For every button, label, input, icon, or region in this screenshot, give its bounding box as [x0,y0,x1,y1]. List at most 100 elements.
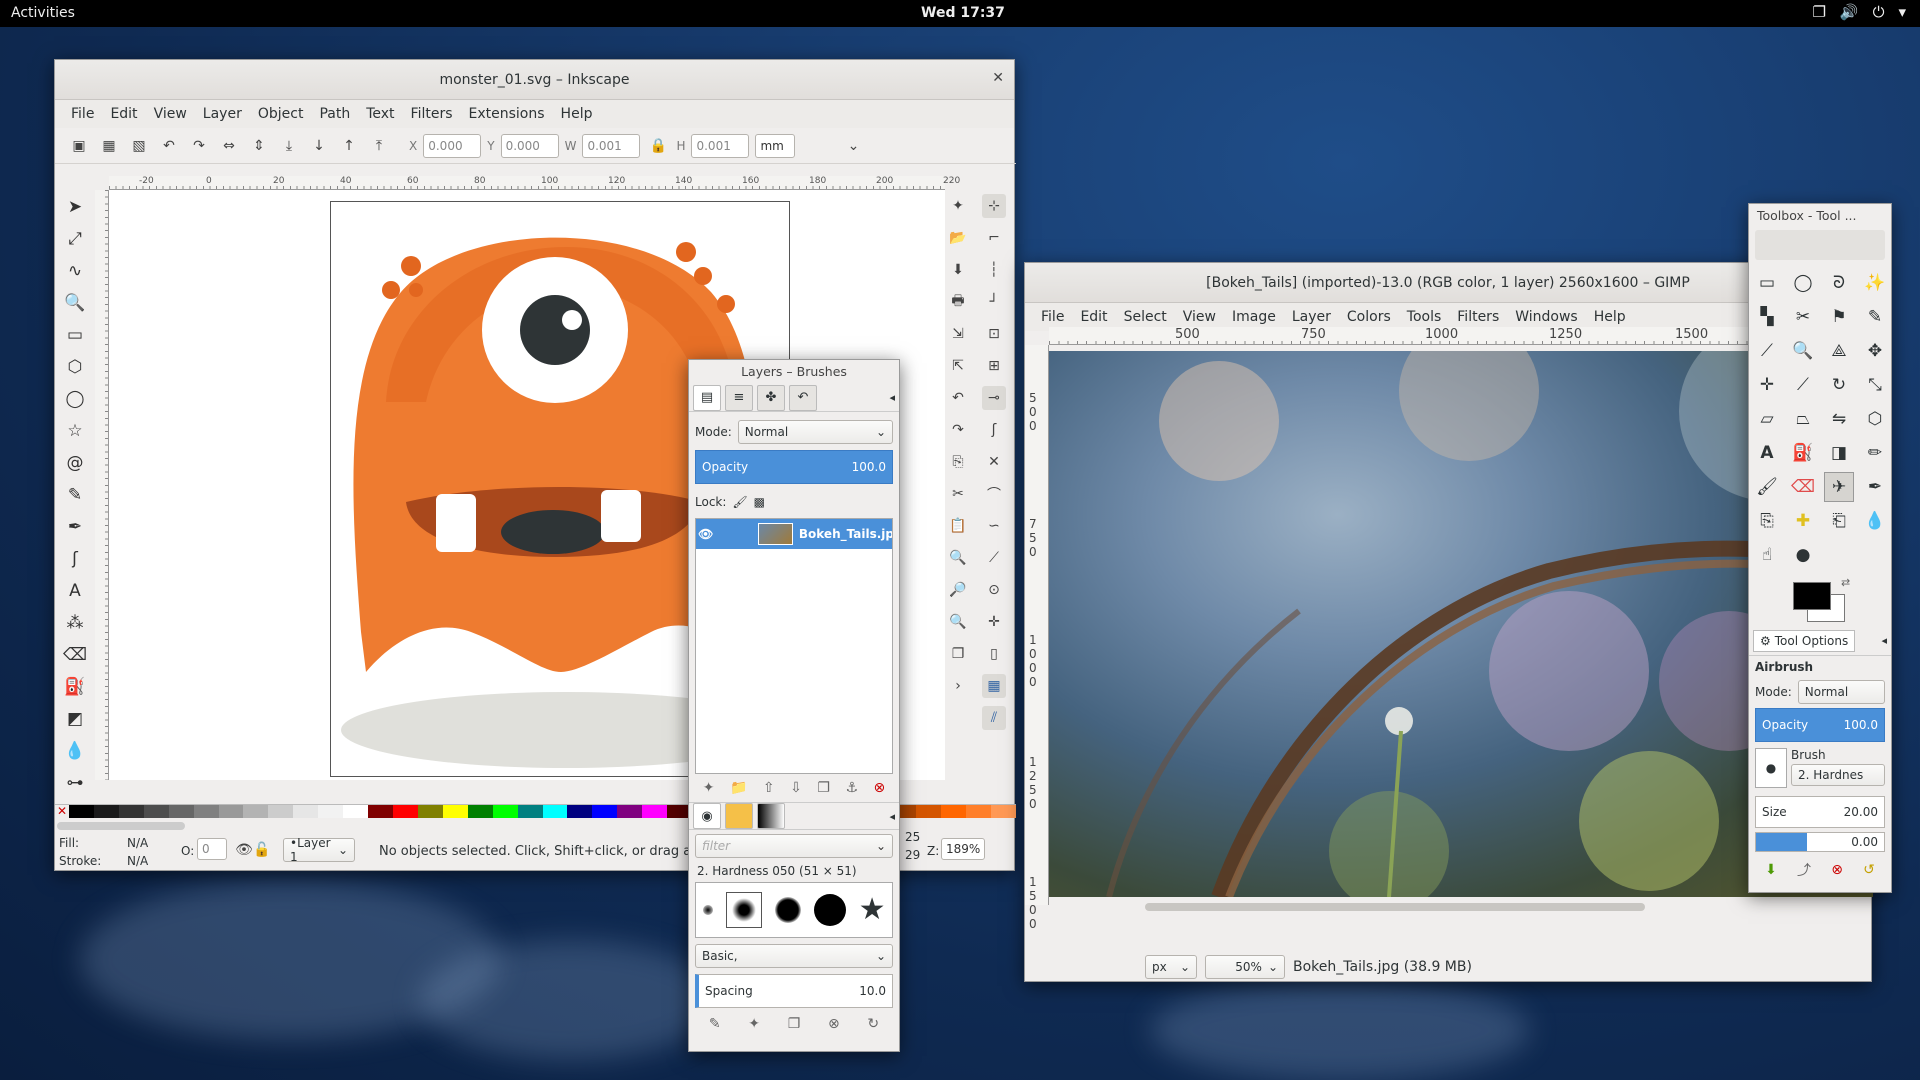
color-swatch[interactable] [592,805,618,818]
move-tool-icon[interactable]: ✥ [1868,341,1882,361]
gradients-tab-icon[interactable] [757,803,785,829]
no-paint-swatch[interactable]: ✕ [55,805,69,818]
color-swatch[interactable] [617,805,643,818]
swap-colors-icon[interactable]: ⇄ [1841,576,1850,589]
selector-tool-icon[interactable]: ➤ [62,194,88,220]
close-icon[interactable]: ✕ [992,70,1004,86]
zoom-tool-icon[interactable]: 🔍 [62,290,88,316]
dodge-burn-tool-icon[interactable]: ● [1796,545,1811,565]
open-icon[interactable]: 📂 [946,226,970,250]
save-icon[interactable]: ⬇ [946,258,970,282]
stroke-value[interactable]: N/A [127,854,148,868]
color-swatch[interactable] [941,805,967,818]
menu-view[interactable]: View [1175,309,1224,325]
spacing-slider[interactable]: Spacing 10.0 [695,974,893,1008]
aspect-slider[interactable]: 0.00 [1755,832,1885,852]
dock-menu-icon[interactable]: ◂ [889,391,895,404]
brush-select[interactable]: 2. Hardnes [1791,764,1885,786]
new-document-icon[interactable]: ✦ [946,194,970,218]
opacity-slider[interactable]: Opacity 100.0 [695,450,893,484]
activities-button[interactable]: Activities [11,5,75,21]
fuzzy-select-tool-icon[interactable]: ✨ [1864,273,1885,293]
rotate-ccw-icon[interactable]: ↶ [157,134,181,158]
lower-bottom-icon[interactable]: ⤓ [277,134,301,158]
menu-tools[interactable]: Tools [1399,309,1450,325]
color-swatch[interactable] [542,805,568,818]
delete-layer-icon[interactable]: ⊗ [874,780,886,796]
color-swatch[interactable] [193,805,219,818]
node-tool-icon[interactable]: ⤢ [62,226,88,252]
zoom-drawing-icon[interactable]: 🔎 [946,578,970,602]
brushes-tab-icon[interactable]: ◉ [693,803,721,829]
y-input[interactable]: 0.000 [500,133,559,158]
rectangle-tool-icon[interactable]: ▭ [62,322,88,348]
cut-icon[interactable]: ✂ [946,482,970,506]
dropper-tool-icon[interactable]: 💧 [62,738,88,764]
menu-edit[interactable]: Edit [1072,309,1115,325]
cage-tool-icon[interactable]: ⬡ [1868,409,1883,429]
brush-soft-small[interactable] [702,905,713,915]
eye-icon[interactable]: 👁 [696,527,716,541]
menu-view[interactable]: View [146,106,195,122]
color-swatch[interactable] [567,805,593,818]
zoom-select[interactable]: 50% ⌄ [1205,955,1285,979]
color-swatch[interactable] [392,805,418,818]
inkscape-titlebar[interactable]: monster_01.svg – Inkscape [55,60,1014,100]
opacity-slider[interactable]: Opacity 100.0 [1755,708,1885,742]
paste-icon[interactable]: 📋 [946,514,970,538]
color-swatch[interactable] [343,805,369,818]
bucket-fill-tool-icon[interactable]: ⛽ [1792,443,1813,463]
duplicate-brush-icon[interactable]: ❐ [788,1016,801,1032]
snap-toggle-icon[interactable]: ⊹ [982,194,1006,218]
rotate-tool-icon[interactable]: ↻ [1832,375,1846,395]
foreground-color[interactable] [1793,582,1831,610]
toolbox-title[interactable]: Toolbox - Tool ... [1749,204,1891,228]
color-picker-tool-icon[interactable]: ⟋ [1761,341,1773,361]
menu-file[interactable]: File [1033,309,1072,325]
menu-file[interactable]: File [63,106,102,122]
color-swatch[interactable] [268,805,294,818]
new-brush-icon[interactable]: ✦ [748,1016,760,1032]
menu-object[interactable]: Object [250,106,312,122]
visibility-icon[interactable]: 👁 [235,838,253,862]
unit-select[interactable]: px ⌄ [1145,955,1197,979]
clock[interactable]: Wed 17:37 [921,5,1005,21]
color-swatch[interactable] [417,805,443,818]
duplicate-layer-icon[interactable]: ❐ [817,780,830,796]
mode-select[interactable]: Normal [1797,680,1885,704]
chevron-down-icon[interactable]: ⌄ [841,134,865,158]
menu-windows[interactable]: Windows [1507,309,1586,325]
duplicate-icon[interactable]: ❐ [946,642,970,666]
calligraphy-tool-icon[interactable]: ʃ [62,546,88,572]
flip-horizontal-icon[interactable]: ⇔ [217,134,241,158]
color-swatch[interactable] [467,805,493,818]
color-swatch[interactable] [168,805,194,818]
raise-icon[interactable]: ↑ [337,134,361,158]
snap-grid-icon[interactable]: ▦ [982,674,1006,698]
delete-options-icon[interactable]: ⊗ [1831,862,1843,878]
zoom-tool-icon[interactable]: 🔍 [1792,341,1813,361]
deselect-icon[interactable]: ▧ [127,134,151,158]
color-swatch[interactable] [293,805,319,818]
color-swatch[interactable] [243,805,269,818]
scissors-tool-icon[interactable]: ✂ [1796,307,1810,327]
menu-layer[interactable]: Layer [195,106,250,122]
export-icon[interactable]: ⇱ [946,354,970,378]
free-select-tool-icon[interactable]: ᘐ [1833,273,1845,293]
import-icon[interactable]: ⇲ [946,322,970,346]
blur-tool-icon[interactable]: 💧 [1864,511,1885,531]
rect-select-tool-icon[interactable]: ▭ [1759,273,1775,293]
align-tool-icon[interactable]: ✛ [1760,375,1774,395]
menu-layer[interactable]: Layer [1284,309,1339,325]
lock-icon[interactable]: 🔓 [253,838,271,862]
restore-options-icon[interactable]: ⤴ [1797,860,1811,880]
eraser-tool-icon[interactable]: ⌫ [62,642,88,668]
new-layer-group-icon[interactable]: 📁 [730,780,747,796]
pencil-tool-icon[interactable]: ✏ [1868,443,1882,463]
horizontal-scrollbar[interactable] [1145,903,1645,911]
pencil-tool-icon[interactable]: ✎ [62,482,88,508]
color-swatch[interactable] [143,805,169,818]
snap-bbox-corner-icon[interactable]: ┘ [982,290,1006,314]
x-input[interactable]: 0.000 [423,133,482,158]
snap-bbox-icon[interactable]: ⌐ [982,226,1006,250]
